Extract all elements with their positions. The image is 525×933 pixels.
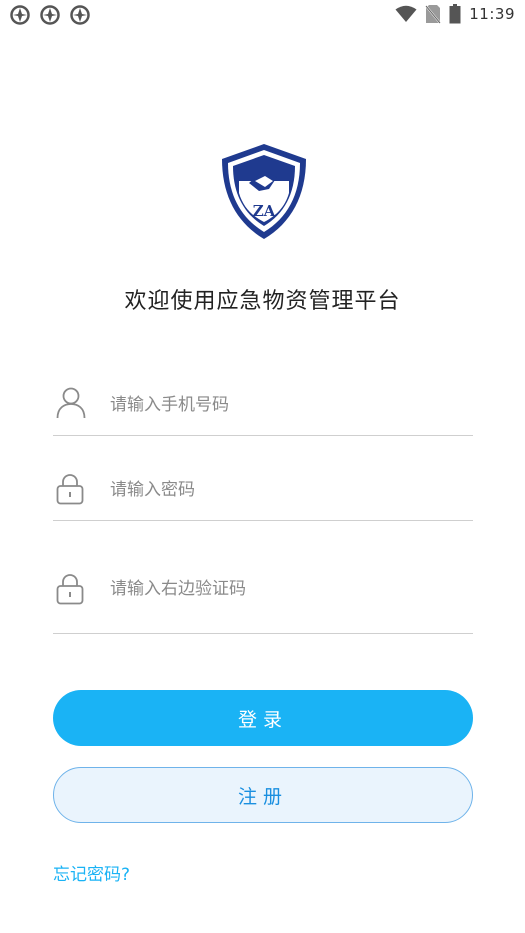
captcha-field <box>53 553 473 634</box>
phone-field <box>53 375 473 436</box>
user-icon <box>56 387 86 419</box>
logo-text: ZA <box>253 202 276 220</box>
status-right-icons: 11:39 <box>395 4 515 24</box>
password-field <box>53 460 473 521</box>
status-bar: 11:39 <box>0 0 525 30</box>
lock-icon <box>56 473 84 505</box>
notification-icon <box>40 5 60 25</box>
notification-icon <box>10 5 30 25</box>
battery-icon <box>449 4 461 24</box>
login-button[interactable]: 登录 <box>53 690 473 746</box>
captcha-input[interactable] <box>110 576 450 602</box>
wifi-icon <box>395 5 417 23</box>
notification-icon <box>70 5 90 25</box>
no-sim-icon <box>425 4 442 24</box>
status-left-icons <box>10 5 90 25</box>
lock-icon <box>56 573 84 605</box>
welcome-title: 欢迎使用应急物资管理平台 <box>124 289 401 314</box>
app-logo: ZA <box>219 141 309 241</box>
phone-input[interactable] <box>110 392 450 418</box>
password-input[interactable] <box>110 477 450 503</box>
login-screen: 11:39 ZA 欢迎使用应急物资管理平台 请输入手机号码 请输入右边验证码 登… <box>0 0 525 933</box>
status-time: 11:39 <box>469 5 515 23</box>
register-button[interactable]: 注册 <box>53 767 473 823</box>
forgot-password-link[interactable]: 忘记密码? <box>53 860 130 885</box>
